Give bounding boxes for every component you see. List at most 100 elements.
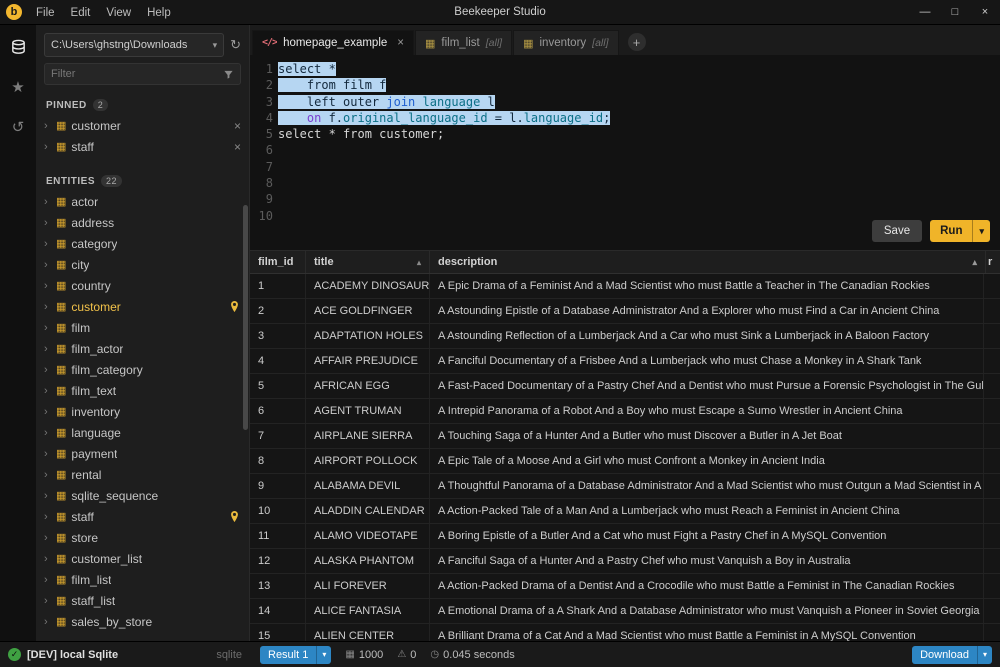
- filter-funnel-icon[interactable]: [223, 69, 234, 80]
- table-tab-icon: ▦: [425, 37, 435, 50]
- app-logo[interactable]: b: [0, 4, 28, 20]
- run-button[interactable]: Run ▾: [930, 220, 990, 242]
- entity-item-payment[interactable]: ›▦payment: [36, 443, 249, 464]
- table-row[interactable]: 3ADAPTATION HOLESA Astounding Reflection…: [250, 324, 1000, 349]
- table-row[interactable]: 11ALAMO VIDEOTAPEA Boring Epistle of a B…: [250, 524, 1000, 549]
- table-row[interactable]: 14ALICE FANTASIAA Emotional Drama of a A…: [250, 599, 1000, 624]
- sidebar-scrollbar[interactable]: [243, 205, 248, 430]
- entity-item-rental[interactable]: ›▦rental: [36, 464, 249, 485]
- table-icon: ▦: [56, 279, 66, 292]
- table-row[interactable]: 10ALADDIN CALENDARA Action-Packed Tale o…: [250, 499, 1000, 524]
- download-dropdown-icon[interactable]: ▾: [977, 646, 992, 664]
- unpin-icon[interactable]: ×: [234, 140, 241, 154]
- entity-item-film[interactable]: ›▦film: [36, 317, 249, 338]
- pin-icon: [230, 301, 239, 312]
- chevron-right-icon: ›: [44, 616, 51, 628]
- tab-inventory[interactable]: ▦inventory[all]: [513, 30, 618, 55]
- entity-item-customer_list[interactable]: ›▦customer_list: [36, 548, 249, 569]
- cell-description: A Brilliant Drama of a Cat And a Mad Sci…: [430, 624, 984, 641]
- menu-help[interactable]: Help: [139, 7, 179, 19]
- table-icon: ▦: [56, 447, 66, 460]
- entity-item-customer[interactable]: ›▦customer: [36, 296, 249, 317]
- table-row[interactable]: 1ACADEMY DINOSAURA Epic Drama of a Femin…: [250, 274, 1000, 299]
- entity-item-store[interactable]: ›▦store: [36, 527, 249, 548]
- table-row[interactable]: 12ALASKA PHANTOMA Fanciful Saga of a Hun…: [250, 549, 1000, 574]
- table-row[interactable]: 7AIRPLANE SIERRAA Touching Saga of a Hun…: [250, 424, 1000, 449]
- table-row[interactable]: 15ALIEN CENTERA Brilliant Drama of a Cat…: [250, 624, 1000, 641]
- menu-file[interactable]: File: [28, 7, 63, 19]
- cell-description: A Epic Tale of a Moose And a Girl who mu…: [430, 449, 984, 473]
- table-row[interactable]: 8AIRPORT POLLOCKA Epic Tale of a Moose A…: [250, 449, 1000, 474]
- cell-film-id: 9: [250, 474, 306, 498]
- entity-item-language[interactable]: ›▦language: [36, 422, 249, 443]
- sql-editor[interactable]: 12345678910 select * from film f left ou…: [250, 55, 1000, 250]
- header-collapse-icon[interactable]: ▴: [972, 257, 977, 268]
- download-button[interactable]: Download ▾: [912, 646, 992, 664]
- table-row[interactable]: 9ALABAMA DEVILA Thoughtful Panorama of a…: [250, 474, 1000, 499]
- favorites-nav-button[interactable]: ★: [6, 75, 30, 99]
- history-nav-button[interactable]: ↺: [6, 115, 30, 139]
- entity-item-film_category[interactable]: ›▦film_category: [36, 359, 249, 380]
- table-row[interactable]: 5AFRICAN EGGA Fast-Paced Documentary of …: [250, 374, 1000, 399]
- column-header-description[interactable]: description ▴: [430, 251, 986, 273]
- table-icon: ▦: [56, 594, 66, 607]
- result-selector[interactable]: Result 1 ▾: [260, 646, 331, 664]
- entity-item-actor[interactable]: ›▦actor: [36, 191, 249, 212]
- close-button[interactable]: ×: [970, 0, 1000, 25]
- cell-partial: [984, 549, 1000, 573]
- entity-item-film_list[interactable]: ›▦film_list: [36, 569, 249, 590]
- chevron-right-icon: ›: [44, 406, 51, 418]
- table-icon: ▦: [56, 405, 66, 418]
- cell-film-id: 5: [250, 374, 306, 398]
- minimize-button[interactable]: —: [910, 0, 940, 25]
- code-icon: </>: [262, 35, 277, 51]
- close-tab-icon[interactable]: ×: [397, 37, 404, 49]
- unpin-icon[interactable]: ×: [234, 119, 241, 133]
- tables-nav-button[interactable]: [6, 35, 30, 59]
- entity-item-category[interactable]: ›▦category: [36, 233, 249, 254]
- result-dropdown-icon[interactable]: ▾: [316, 646, 331, 664]
- table-icon: ▦: [56, 615, 66, 628]
- cell-title: ALI FOREVER: [306, 574, 430, 598]
- menu-edit[interactable]: Edit: [63, 7, 99, 19]
- maximize-button[interactable]: □: [940, 0, 970, 25]
- cell-title: AFRICAN EGG: [306, 374, 430, 398]
- entity-item-inventory[interactable]: ›▦inventory: [36, 401, 249, 422]
- entity-item-sales_by_store[interactable]: ›▦sales_by_store: [36, 611, 249, 632]
- table-icon: ▦: [56, 342, 66, 355]
- tab-homepage_example[interactable]: </>homepage_example×: [252, 30, 414, 55]
- pinned-item-staff[interactable]: ›▦staff×: [36, 136, 249, 157]
- pinned-item-customer[interactable]: ›▦customer×: [36, 115, 249, 136]
- menu-view[interactable]: View: [98, 7, 139, 19]
- entity-item-sqlite_sequence[interactable]: ›▦sqlite_sequence: [36, 485, 249, 506]
- entity-item-city[interactable]: ›▦city: [36, 254, 249, 275]
- column-header-film-id[interactable]: film_id: [250, 251, 306, 273]
- cell-description: A Thoughtful Panorama of a Database Admi…: [430, 474, 984, 498]
- cell-description: A Touching Saga of a Hunter And a Butler…: [430, 424, 984, 448]
- refresh-icon[interactable]: ↻: [230, 37, 241, 53]
- column-header-title[interactable]: title ▴: [306, 251, 430, 273]
- table-row[interactable]: 2ACE GOLDFINGERA Astounding Epistle of a…: [250, 299, 1000, 324]
- main-area: </>homepage_example×▦film_list[all]▦inve…: [250, 25, 1000, 641]
- table-row[interactable]: 13ALI FOREVERA Action-Packed Drama of a …: [250, 574, 1000, 599]
- run-dropdown-icon[interactable]: ▾: [972, 220, 990, 242]
- icon-rail: ★ ↺: [0, 25, 36, 641]
- run-label: Run: [930, 225, 972, 237]
- column-header-partial[interactable]: r: [986, 251, 1000, 273]
- table-row[interactable]: 4AFFAIR PREJUDICEA Fanciful Documentary …: [250, 349, 1000, 374]
- entity-item-staff[interactable]: ›▦staff: [36, 506, 249, 527]
- entity-filter-input[interactable]: Filter: [44, 63, 241, 85]
- entity-item-film_actor[interactable]: ›▦film_actor: [36, 338, 249, 359]
- entity-item-staff_list[interactable]: ›▦staff_list: [36, 590, 249, 611]
- new-tab-button[interactable]: +: [628, 33, 646, 51]
- connection-selector[interactable]: C:\Users\ghstng\Downloads ▾: [44, 33, 224, 57]
- cell-partial: [984, 349, 1000, 373]
- save-button[interactable]: Save: [872, 220, 922, 242]
- table-row[interactable]: 6AGENT TRUMANA Intrepid Panorama of a Ro…: [250, 399, 1000, 424]
- entity-item-country[interactable]: ›▦country: [36, 275, 249, 296]
- window-controls: — □ ×: [910, 0, 1000, 25]
- entity-item-address[interactable]: ›▦address: [36, 212, 249, 233]
- cell-title: AIRPLANE SIERRA: [306, 424, 430, 448]
- entity-item-film_text[interactable]: ›▦film_text: [36, 380, 249, 401]
- tab-film_list[interactable]: ▦film_list[all]: [415, 30, 512, 55]
